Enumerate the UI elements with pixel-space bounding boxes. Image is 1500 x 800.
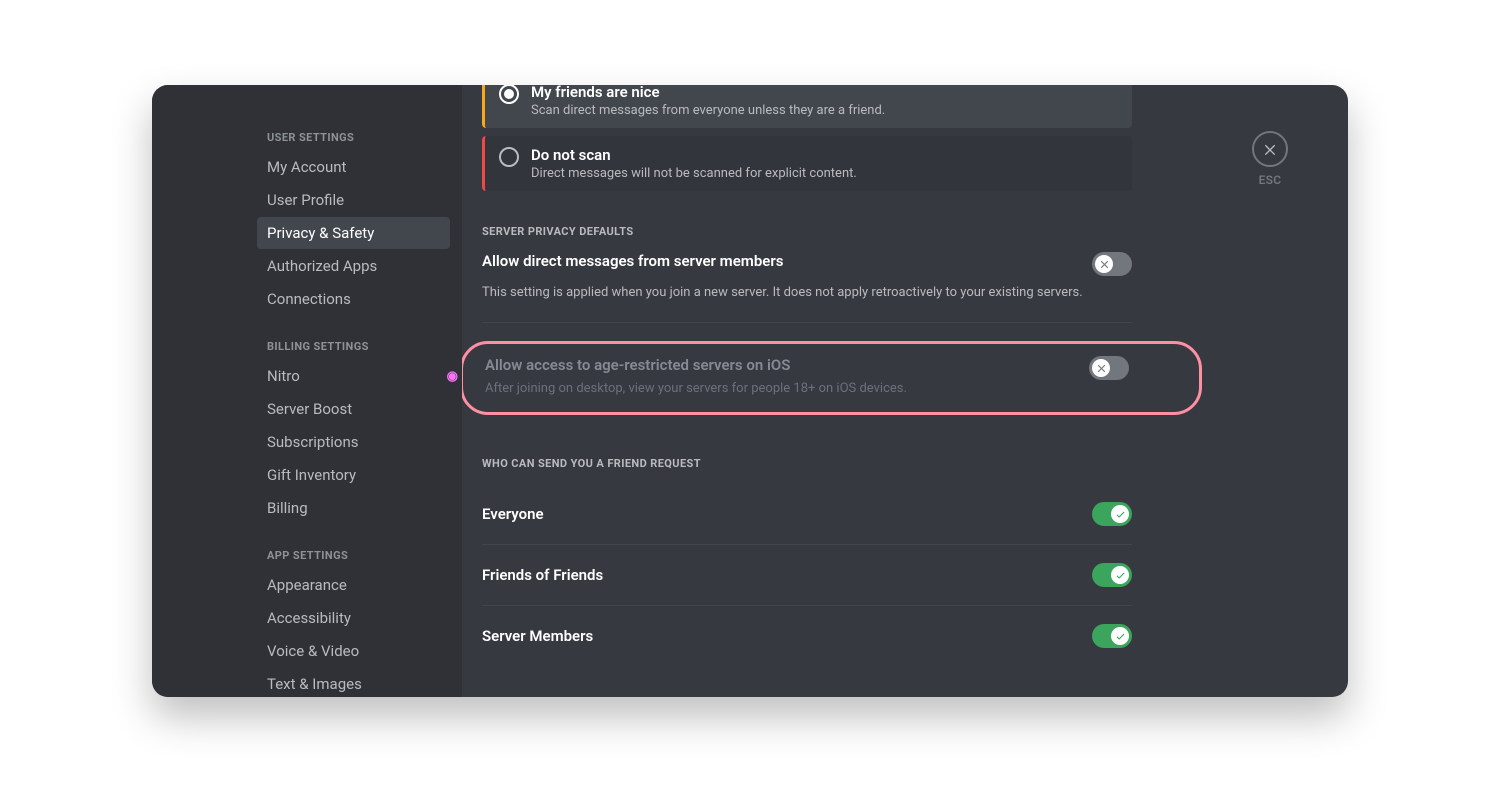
check-icon <box>1115 631 1126 642</box>
sidebar-item-billing[interactable]: Billing <box>257 492 450 524</box>
sidebar-item-label: Authorized Apps <box>267 257 377 275</box>
toggle-everyone[interactable] <box>1092 502 1132 526</box>
radio-unselected-icon <box>499 147 519 167</box>
sidebar-item-appearance[interactable]: Appearance <box>257 569 450 601</box>
sidebar-item-label: User Profile <box>267 191 344 209</box>
sidebar-item-label: My Account <box>267 158 346 176</box>
nitro-badge-icon: ◉ <box>447 369 458 384</box>
x-icon <box>1096 363 1107 374</box>
toggle-age-restricted-ios[interactable] <box>1089 356 1129 380</box>
friend-request-everyone: Everyone <box>482 484 1132 544</box>
scan-option-friends-nice[interactable]: My friends are nice Scan direct messages… <box>482 85 1132 128</box>
sidebar-item-label: Billing <box>267 499 308 517</box>
sidebar-item-voice-video[interactable]: Voice & Video <box>257 635 450 667</box>
sidebar-item-user-profile[interactable]: User Profile <box>257 184 450 216</box>
scan-option-do-not-scan[interactable]: Do not scan Direct messages will not be … <box>482 136 1132 191</box>
friend-request-label: Friends of Friends <box>482 566 603 584</box>
close-label: ESC <box>1252 173 1288 187</box>
divider <box>482 322 1132 323</box>
sidebar-item-label: Accessibility <box>267 609 351 627</box>
sidebar-heading-user-settings: USER SETTINGS <box>257 125 450 150</box>
sidebar-item-server-boost[interactable]: Server Boost <box>257 393 450 425</box>
sidebar-item-label: Server Boost <box>267 400 352 418</box>
close-button[interactable] <box>1252 131 1288 167</box>
sidebar-heading-billing-settings: BILLING SETTINGS <box>257 334 450 359</box>
scan-option-desc: Direct messages will not be scanned for … <box>531 166 857 181</box>
friend-request-label: Server Members <box>482 627 593 645</box>
setting-title: Allow direct messages from server member… <box>482 252 1072 270</box>
sidebar-item-label: Privacy & Safety <box>267 224 374 242</box>
scan-option-title: My friends are nice <box>531 85 885 101</box>
toggle-friends-of-friends[interactable] <box>1092 563 1132 587</box>
sidebar-item-accessibility[interactable]: Accessibility <box>257 602 450 634</box>
x-icon <box>1099 259 1110 270</box>
setting-allow-dm-server-members: Allow direct messages from server member… <box>482 252 1132 276</box>
toggle-allow-dm[interactable] <box>1092 252 1132 276</box>
scan-option-title: Do not scan <box>531 146 857 164</box>
sidebar-item-subscriptions[interactable]: Subscriptions <box>257 426 450 458</box>
sidebar-item-label: Nitro <box>267 367 300 385</box>
check-icon <box>1115 570 1126 581</box>
settings-window: USER SETTINGS My Account User Profile Pr… <box>152 85 1348 697</box>
sidebar-item-label: Connections <box>267 290 351 308</box>
setting-title: Allow access to age-restricted servers o… <box>485 356 1069 374</box>
sidebar-item-text-images[interactable]: Text & Images <box>257 668 450 697</box>
scan-option-desc: Scan direct messages from everyone unles… <box>531 103 885 118</box>
setting-desc: This setting is applied when you join a … <box>482 284 1132 302</box>
toggle-server-members[interactable] <box>1092 624 1132 648</box>
close-icon <box>1262 141 1278 157</box>
sidebar-item-nitro[interactable]: Nitro ◉ <box>257 360 450 392</box>
sidebar-item-label: Text & Images <box>267 675 362 693</box>
friend-request-heading: WHO CAN SEND YOU A FRIEND REQUEST <box>482 457 1132 470</box>
sidebar-item-privacy-safety[interactable]: Privacy & Safety <box>257 217 450 249</box>
check-icon <box>1115 509 1126 520</box>
friend-request-friends-of-friends: Friends of Friends <box>482 544 1132 605</box>
settings-content: My friends are nice Scan direct messages… <box>462 85 1182 697</box>
sidebar-item-label: Appearance <box>267 576 347 594</box>
sidebar-item-label: Gift Inventory <box>267 466 356 484</box>
radio-selected-icon <box>499 85 519 104</box>
sidebar-item-gift-inventory[interactable]: Gift Inventory <box>257 459 450 491</box>
sidebar-item-connections[interactable]: Connections <box>257 283 450 315</box>
sidebar-heading-app-settings: APP SETTINGS <box>257 543 450 568</box>
sidebar-item-label: Voice & Video <box>267 642 359 660</box>
sidebar-item-authorized-apps[interactable]: Authorized Apps <box>257 250 450 282</box>
sidebar-item-my-account[interactable]: My Account <box>257 151 450 183</box>
server-privacy-heading: SERVER PRIVACY DEFAULTS <box>482 225 1132 238</box>
highlighted-age-restricted-setting: Allow access to age-restricted servers o… <box>462 341 1202 415</box>
sidebar-item-label: Subscriptions <box>267 433 358 451</box>
friend-request-server-members: Server Members <box>482 605 1132 666</box>
friend-request-label: Everyone <box>482 505 544 523</box>
settings-sidebar: USER SETTINGS My Account User Profile Pr… <box>152 85 462 697</box>
close-area: ESC <box>1252 131 1288 187</box>
setting-desc: After joining on desktop, view your serv… <box>485 380 1069 398</box>
